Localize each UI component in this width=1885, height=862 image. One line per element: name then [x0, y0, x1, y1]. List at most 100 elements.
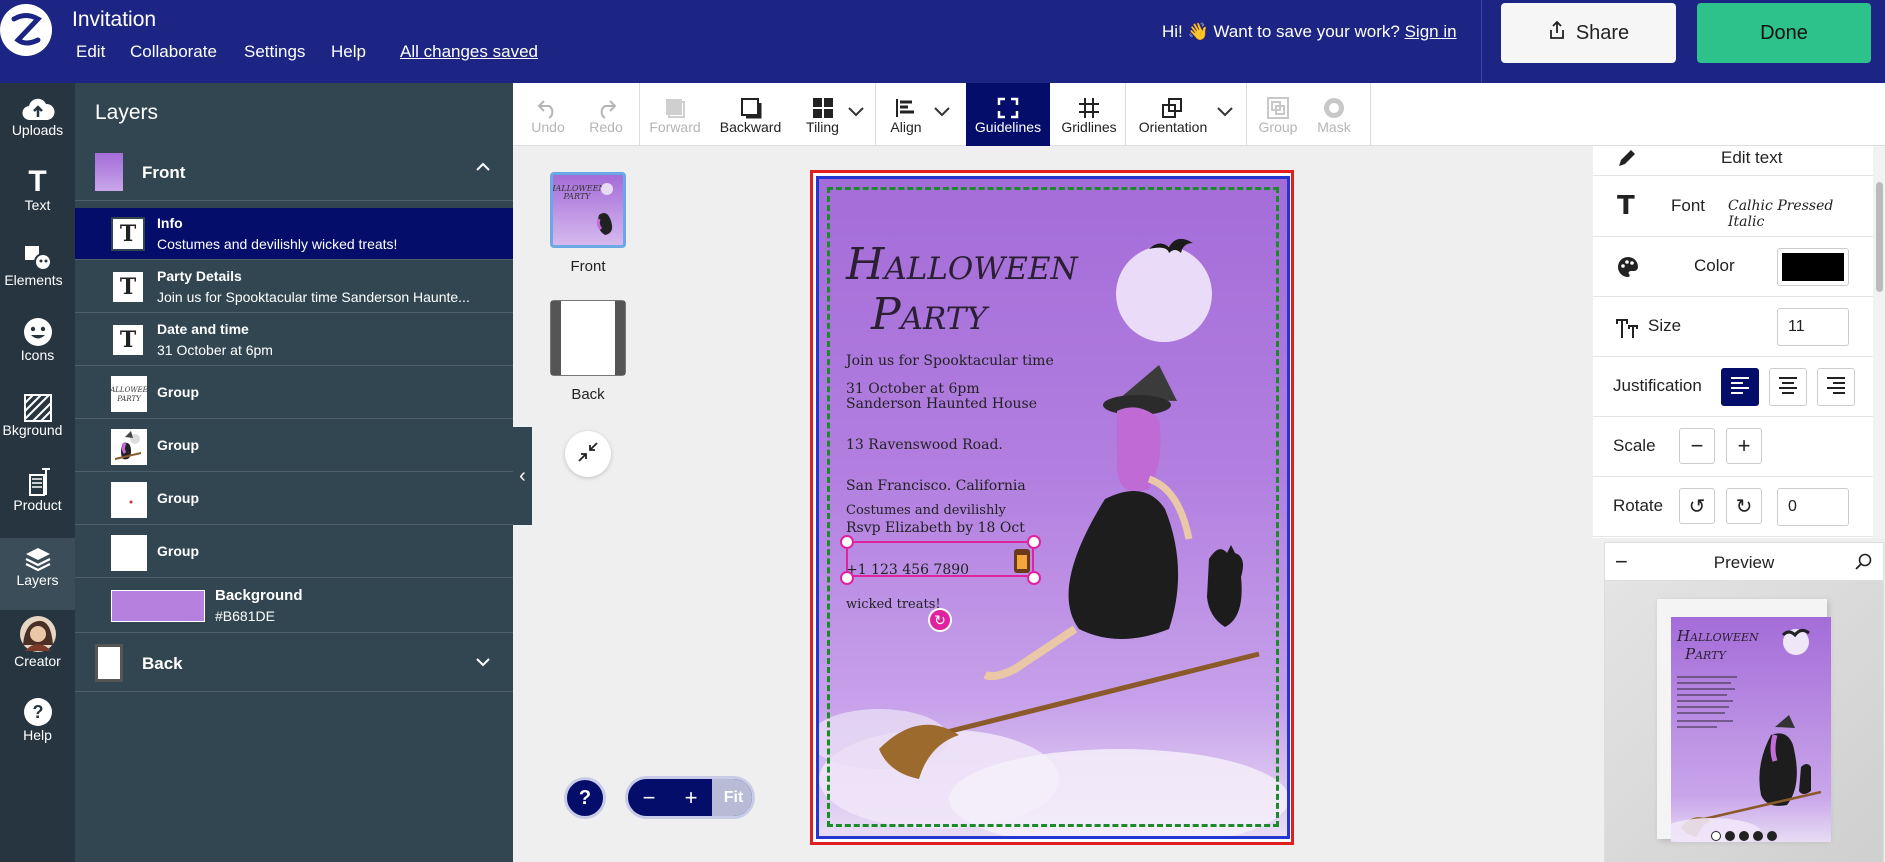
preview-card: Halloween Party — [1671, 617, 1831, 842]
backward-button[interactable]: Backward — [713, 83, 788, 146]
card-text-line[interactable]: San Francisco. California — [846, 478, 1026, 494]
undo-button[interactable]: Undo — [523, 83, 573, 146]
resize-handle[interactable] — [1027, 571, 1041, 585]
rotate-left-button[interactable]: ↺ — [1679, 488, 1715, 524]
gridlines-button[interactable]: Gridlines — [1053, 83, 1125, 146]
card-title[interactable]: Halloween Party — [846, 240, 1078, 340]
rotate-handle-icon[interactable]: ↻ — [928, 608, 952, 632]
layer-item-group[interactable]: Group — [75, 420, 513, 472]
scrollbar-thumb[interactable] — [1876, 182, 1883, 292]
card-text-line[interactable]: Costumes and devilishly — [846, 503, 1006, 518]
font-value[interactable]: Calhic Pressed Italic — [1728, 198, 1873, 230]
share-button[interactable]: Share — [1501, 3, 1676, 63]
page-thumb-front[interactable]: HALLOWEEN PARTY — [548, 172, 626, 248]
resize-handle[interactable] — [840, 571, 854, 585]
tiling-dropdown-icon[interactable] — [847, 105, 865, 121]
resize-handle[interactable] — [1027, 535, 1041, 549]
menu-collaborate[interactable]: Collaborate — [130, 42, 217, 62]
help-button[interactable]: ? — [564, 777, 606, 819]
layer-item-group[interactable]: Group — [75, 526, 513, 578]
mask-button[interactable]: Mask — [1309, 83, 1359, 146]
tiling-button[interactable]: Tiling — [795, 83, 850, 146]
layer-item-background[interactable]: Background #B681DE — [75, 579, 513, 633]
menu-settings[interactable]: Settings — [244, 42, 305, 62]
chevron-down-icon[interactable] — [475, 654, 491, 675]
carousel-dot[interactable] — [1739, 831, 1749, 841]
svg-text:?: ? — [32, 702, 43, 722]
size-input[interactable]: 11 — [1777, 308, 1849, 346]
align-left-button[interactable] — [1721, 368, 1759, 406]
layer-item-info[interactable]: T Info Costumes and devilishly wicked tr… — [75, 208, 513, 260]
zoom-in-button[interactable]: + — [670, 779, 712, 816]
orientation-dropdown-icon[interactable] — [1216, 105, 1234, 121]
carousel-dot[interactable] — [1711, 831, 1721, 841]
greeting-text: Hi! 👋 Want to save your work? — [1162, 22, 1400, 41]
redo-button[interactable]: Redo — [581, 83, 631, 146]
color-row[interactable]: Color — [1593, 237, 1873, 297]
preview-image[interactable]: Halloween Party — [1605, 581, 1883, 862]
card-text-line[interactable]: wicked treats! — [846, 597, 941, 612]
help-icon: ? — [0, 693, 75, 727]
rotate-right-button[interactable]: ↻ — [1726, 488, 1762, 524]
layer-item-date-time[interactable]: T Date and time 31 October at 6pm — [75, 314, 513, 366]
card-text-line[interactable]: Rsvp Elizabeth by 18 Oct — [846, 520, 1025, 536]
guidelines-button[interactable]: Guidelines — [966, 83, 1050, 146]
chevron-up-icon[interactable] — [475, 159, 491, 180]
page-thumb-back[interactable] — [550, 300, 626, 376]
layer-group-back-header[interactable]: Back — [75, 634, 513, 692]
document-title[interactable]: Invitation — [72, 8, 156, 32]
resize-handle[interactable] — [840, 535, 854, 549]
zoom-magnifier-icon[interactable] — [1855, 553, 1873, 576]
share-icon — [1548, 20, 1566, 46]
color-swatch[interactable] — [1777, 248, 1849, 286]
forward-button[interactable]: Forward — [645, 83, 705, 146]
carousel-dot[interactable] — [1753, 831, 1763, 841]
zazzle-logo-icon[interactable] — [0, 4, 52, 56]
layer-item-group[interactable]: Group — [75, 473, 513, 525]
zoom-fit-button[interactable]: Fit — [712, 779, 752, 816]
group-button[interactable]: Group — [1253, 83, 1303, 146]
carousel-dot[interactable] — [1725, 831, 1735, 841]
save-status-link[interactable]: All changes saved — [400, 42, 538, 62]
card-text-line[interactable]: Sanderson Haunted House — [846, 396, 1037, 412]
nav-layers[interactable]: Layers — [0, 538, 75, 610]
align-center-button[interactable] — [1769, 368, 1807, 406]
done-button[interactable]: Done — [1697, 3, 1871, 63]
nav-help[interactable]: ? Help — [0, 693, 75, 763]
nav-background[interactable]: Bkground — [0, 388, 75, 458]
carousel-dot[interactable] — [1767, 831, 1777, 841]
zoom-out-button[interactable]: − — [628, 779, 670, 816]
nav-elements[interactable]: Elements — [0, 238, 75, 308]
card-text-line[interactable]: Join us for Spooktacular time — [846, 353, 1054, 369]
sign-in-link[interactable]: Sign in — [1405, 22, 1457, 41]
orientation-button[interactable]: Orientation — [1131, 83, 1215, 146]
back-group-label: Back — [142, 654, 183, 673]
menu-edit[interactable]: Edit — [76, 42, 105, 62]
layer-group-front-header[interactable]: Front — [75, 143, 513, 201]
font-row[interactable]: T Font Calhic Pressed Italic — [1593, 177, 1873, 237]
nav-uploads[interactable]: Uploads — [0, 88, 75, 158]
rotate-input[interactable]: 0 — [1777, 488, 1849, 526]
nav-text-label: Text — [24, 197, 51, 213]
nav-creator[interactable]: Creator — [0, 613, 75, 689]
guidelines-label: Guidelines — [974, 119, 1042, 135]
grid-icon — [1053, 83, 1125, 119]
scale-down-button[interactable]: − — [1679, 428, 1715, 464]
scale-up-button[interactable]: + — [1726, 428, 1762, 464]
nav-icons[interactable]: Icons — [0, 313, 75, 383]
layer-item-group[interactable]: HALLOWEENPARTY Group — [75, 367, 513, 419]
card-text-line[interactable]: 13 Ravenswood Road. — [846, 437, 1003, 453]
size-row[interactable]: Size 11 — [1593, 297, 1873, 357]
align-right-button[interactable] — [1817, 368, 1855, 406]
align-button[interactable]: Align — [881, 83, 931, 146]
group-icon — [1253, 83, 1303, 119]
menu-help[interactable]: Help — [331, 42, 366, 62]
selection-box[interactable] — [846, 541, 1034, 577]
nav-text[interactable]: T Text — [0, 163, 75, 233]
layer-item-party-details[interactable]: T Party Details Join us for Spooktacular… — [75, 261, 513, 313]
collapse-pages-button[interactable] — [565, 431, 611, 477]
edit-text-row[interactable]: Edit text — [1593, 120, 1873, 176]
card-text-line[interactable]: 31 October at 6pm — [846, 381, 980, 397]
nav-product[interactable]: Product — [0, 463, 75, 533]
align-dropdown-icon[interactable] — [933, 105, 951, 121]
